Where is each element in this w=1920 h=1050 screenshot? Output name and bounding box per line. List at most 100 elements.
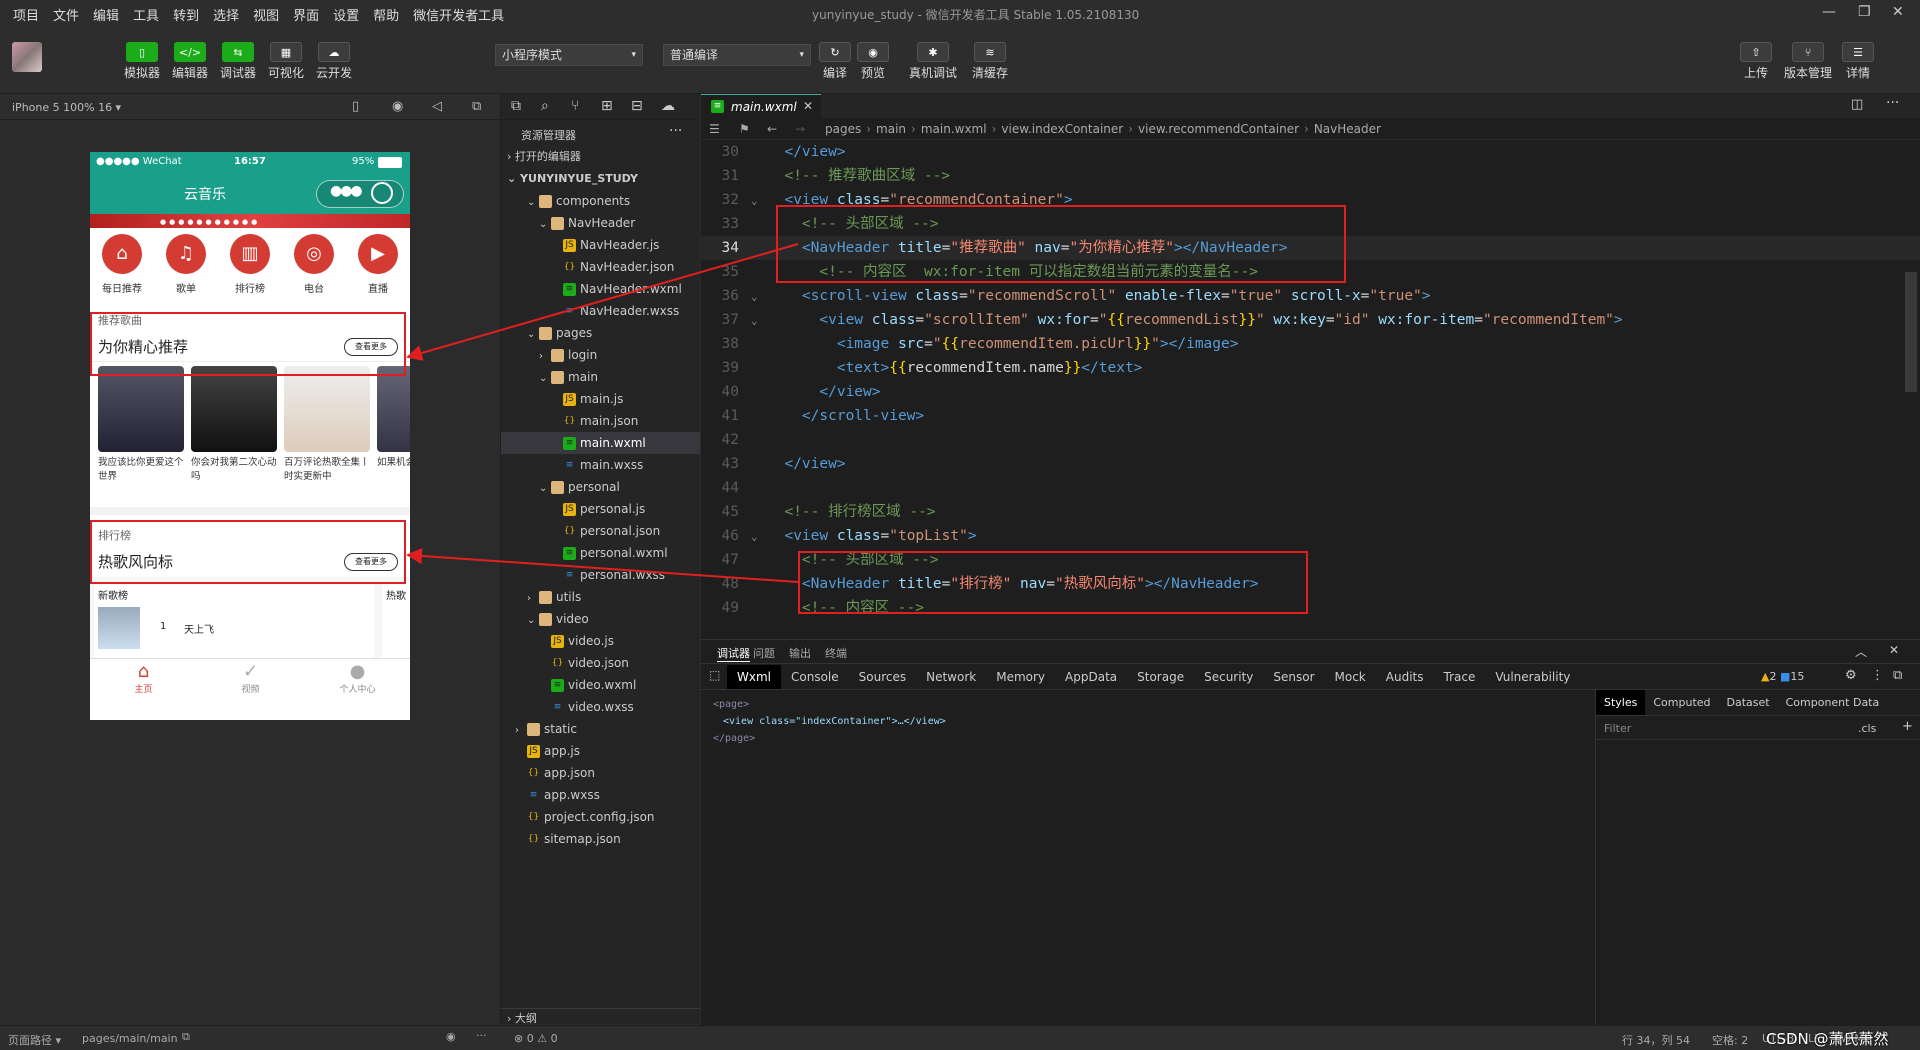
tree-file[interactable]: ≡ NavHeader.wxss [501, 300, 700, 322]
nav-icon-item[interactable]: ♫ 歌单 [162, 234, 210, 295]
settings-icon[interactable]: ⚙ [1845, 668, 1857, 683]
close-icon[interactable]: ✕ [1892, 4, 1904, 20]
toolbar-button[interactable]: ⑂ 版本管理 [1780, 42, 1836, 81]
tree-folder[interactable]: ⌄ video [501, 608, 700, 630]
tab-bar-item[interactable]: ⌂ 主页 [90, 661, 197, 695]
breadcrumb-item[interactable]: NavHeader [1314, 122, 1381, 136]
debug-panel-icon[interactable]: ⊟ [631, 98, 643, 114]
tree-file[interactable]: ≡ NavHeader.wxml [501, 278, 700, 300]
toolbar-button[interactable]: ▦ 可视化 [266, 42, 306, 81]
sidebar-tab[interactable]: Styles [1596, 690, 1646, 715]
devtools-tab[interactable]: Trace [1434, 665, 1486, 689]
toolbar-button[interactable]: ⇧ 上传 [1736, 42, 1776, 81]
search-icon[interactable]: ⌕ [541, 98, 549, 114]
wxml-tree[interactable]: <page> <view class="indexContainer">…</vi… [713, 696, 946, 747]
breadcrumb-item[interactable]: main [876, 122, 906, 136]
menu-item[interactable]: 设置 [326, 5, 366, 24]
toolbar-button[interactable]: ✱ 真机调试 [905, 42, 961, 81]
devtools-tab[interactable]: Storage [1127, 665, 1194, 689]
tree-file[interactable]: ≡ video.wxss [501, 696, 700, 718]
toolbar-button[interactable]: ⇆ 调试器 [218, 42, 258, 81]
devtools-tab[interactable]: AppData [1055, 665, 1127, 689]
scroll-item[interactable]: 你会对我第二次心动吗 [191, 366, 277, 506]
page-path-label[interactable]: 页面路径 ▾ [8, 1032, 61, 1048]
editor-more-icon[interactable]: ··· [1886, 95, 1899, 111]
compile-select[interactable]: 普通编译 ▾ [663, 44, 811, 66]
toolbar-button[interactable]: </> 编辑器 [170, 42, 210, 81]
tree-file[interactable]: {} app.json [501, 762, 700, 784]
tree-file[interactable]: JS personal.js [501, 498, 700, 520]
wxml-node[interactable]: <view class="indexContainer">…</view> [713, 713, 946, 730]
tree-file[interactable]: ≡ personal.wxss [501, 564, 700, 586]
tree-file[interactable]: ≡ personal.wxml [501, 542, 700, 564]
tab-bar-item[interactable]: ✓ 视频 [197, 661, 304, 695]
restore-icon[interactable]: ❐ [1858, 4, 1871, 20]
bookmark-icon[interactable]: ⚑ [739, 118, 750, 140]
back-icon[interactable]: ← [767, 118, 777, 140]
split-editor-icon[interactable]: ◫ [1851, 97, 1863, 112]
debug-top-tab[interactable]: 终端 [825, 645, 847, 661]
wxml-node[interactable]: <page> [713, 696, 946, 713]
menu-item[interactable]: 帮助 [366, 5, 406, 24]
window-icon[interactable]: ⧉ [472, 99, 481, 114]
copy-icon[interactable]: ⧉ [182, 1030, 190, 1044]
more-options-icon[interactable]: ··· [669, 123, 682, 139]
code-line[interactable]: 44 [701, 476, 1920, 500]
debug-top-tab[interactable]: 输出 [789, 645, 811, 661]
eye-icon[interactable]: ◉ [446, 1030, 456, 1043]
mode-select[interactable]: 小程序模式 ▾ [495, 44, 643, 66]
code-line[interactable]: 42 [701, 428, 1920, 452]
sidebar-tab[interactable]: Computed [1645, 690, 1718, 715]
more-icon[interactable]: ●●● [330, 183, 363, 199]
devtools-tab[interactable]: Sensor [1263, 665, 1324, 689]
toolbar-button[interactable]: ▯ 模拟器 [122, 42, 162, 81]
breadcrumb-item[interactable]: pages [825, 122, 861, 136]
toplist-swiper[interactable]: 新歌榜 1 天上飞 热歌 [90, 577, 410, 658]
scroll-item[interactable]: 如果机会 [377, 366, 410, 506]
recommend-scroll[interactable]: 我应该比你更爱这个世界你会对我第二次心动吗百万评论热歌全集丨时实更新中如果机会 [90, 362, 410, 507]
breadcrumb-item[interactable]: view.recommendContainer [1138, 122, 1299, 136]
cursor-position[interactable]: 行 34，列 54 [1622, 1032, 1690, 1048]
extensions-icon[interactable]: ⊞ [601, 98, 613, 114]
code-line[interactable]: 38 <image src="{{recommendItem.picUrl}}"… [701, 332, 1920, 356]
close-tab-icon[interactable]: ✕ [803, 99, 813, 113]
issues-counter[interactable]: ▲2 ■15 [1761, 670, 1804, 683]
record-icon[interactable]: ◉ [392, 99, 403, 114]
menu-item[interactable]: 选择 [206, 5, 246, 24]
code-line[interactable]: 40 </view> [701, 380, 1920, 404]
menu-item[interactable]: 文件 [46, 5, 86, 24]
code-line[interactable]: 39 <text>{{recommendItem.name}}</text> [701, 356, 1920, 380]
tree-folder[interactable]: › utils [501, 586, 700, 608]
wxml-node[interactable]: </page> [713, 730, 946, 747]
toolbar-button[interactable]: ☁ 云开发 [314, 42, 354, 81]
volume-icon[interactable]: ◁ [432, 99, 442, 114]
filter-input[interactable]: Filter [1604, 722, 1631, 735]
tree-file[interactable]: JS main.js [501, 388, 700, 410]
sidebar-tab[interactable]: Dataset [1719, 690, 1778, 715]
code-line[interactable]: 46 ⌄ <view class="topList"> [701, 524, 1920, 548]
devtools-tab[interactable]: Memory [986, 665, 1055, 689]
code-line[interactable]: 30 </view> [701, 140, 1920, 164]
toolbar-button[interactable]: ↻ 编译 [815, 42, 855, 81]
scroll-item[interactable]: 我应该比你更爱这个世界 [98, 366, 184, 506]
kebab-icon[interactable]: ⋮ [1871, 668, 1884, 683]
toolbar-button[interactable]: ≋ 清缓存 [962, 42, 1018, 81]
tree-file[interactable]: ≡ main.wxml [501, 432, 700, 454]
breadcrumb-item[interactable]: view.indexContainer [1001, 122, 1123, 136]
files-icon[interactable]: ⧉ [511, 98, 521, 114]
project-section[interactable]: ⌄ YUNYINYUE_STUDY [501, 168, 700, 190]
debug-top-tab[interactable]: 问题 [753, 645, 775, 661]
status-more-icon[interactable]: ··· [476, 1029, 487, 1042]
tree-file[interactable]: ≡ video.wxml [501, 674, 700, 696]
menu-item[interactable]: 编辑 [86, 5, 126, 24]
outline-section[interactable]: › 大纲 [507, 1010, 537, 1026]
nav-icon-item[interactable]: ▶ 直播 [354, 234, 402, 295]
close-panel-icon[interactable]: ✕ [1889, 643, 1899, 657]
avatar[interactable] [12, 42, 42, 72]
tree-file[interactable]: {} video.json [501, 652, 700, 674]
devtools-tab[interactable]: Security [1194, 665, 1263, 689]
devtools-tab[interactable]: Sources [849, 665, 916, 689]
menu-item[interactable]: 视图 [246, 5, 286, 24]
menu-item[interactable]: 项目 [6, 5, 46, 24]
git-icon[interactable]: ⑂ [571, 98, 579, 114]
